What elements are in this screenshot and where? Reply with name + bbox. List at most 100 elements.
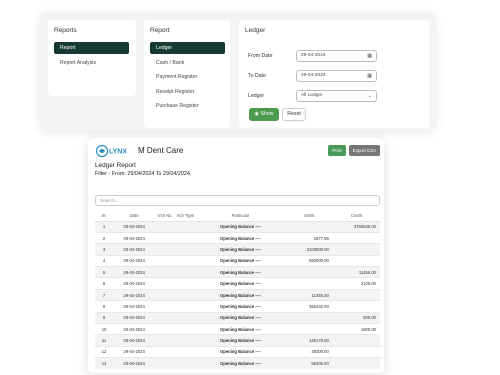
cell-vch-no <box>155 288 176 301</box>
show-button[interactable]: ◉ Show <box>249 108 279 121</box>
nav-item-ledger[interactable]: Ledger <box>150 42 225 54</box>
cell-vch-type <box>175 345 196 358</box>
table-row: 5 29-04-2024 Opening Balance ---- 11456.00 <box>95 266 380 278</box>
cell-sr: 10 <box>95 322 114 335</box>
column-header: Sr. <box>95 211 114 222</box>
nav-item-cash-bank[interactable]: Cash / Bank <box>150 57 225 69</box>
reports-card-title: Reports <box>54 27 77 34</box>
table-row: 4 29-04-2024 Opening Balance ---- 550000.00 <box>95 254 380 267</box>
cell-vch-no <box>155 334 176 347</box>
cell-sr: 13 <box>95 357 114 370</box>
nav-item-payment-register[interactable]: Payment Register <box>150 71 225 83</box>
report-filter-text: Filter - From: 29/04/2024 To 29/04/2024, <box>95 171 192 177</box>
cell-vch-no <box>155 220 176 233</box>
clinic-logo: LYNX <box>96 144 127 158</box>
table-row: 13 29-04-2024 Opening Balance ---- 95305.00 <box>95 357 380 370</box>
table-row: 9 29-04-2024 Opening Balance ---- 500.00 <box>95 311 380 324</box>
from-date-input[interactable]: 29-04-2024 ▦ <box>296 50 377 62</box>
ledger-card-title: Ledger <box>245 27 266 34</box>
cell-sr: 6 <box>95 277 114 290</box>
cell-date: 29-04-2024 <box>113 357 156 370</box>
to-date-input[interactable]: 29-04-2024 ▦ <box>296 70 377 82</box>
cell-particular: Opening Balance ---- <box>195 322 286 335</box>
chevron-down-icon: ⌄ <box>367 93 372 99</box>
cell-vch-type <box>175 254 196 267</box>
cell-vch-no <box>155 254 176 267</box>
cell-credit: 2105.00 <box>332 277 380 290</box>
cell-vch-no <box>155 243 176 256</box>
cell-particular: Opening Balance ---- <box>195 288 286 301</box>
nav-item-receipt-register[interactable]: Receipt Register <box>150 86 225 98</box>
cell-date: 29-04-2024 <box>113 243 156 256</box>
cell-vch-type <box>175 322 196 335</box>
cell-credit: 1600.00 <box>332 322 380 335</box>
cell-debit: 550000.00 <box>285 254 333 267</box>
cell-sr: 2 <box>95 231 114 244</box>
ledger-report-panel: LYNX M Dent Care Print Export CSV Ledger… <box>88 138 384 373</box>
cell-vch-no <box>155 322 176 335</box>
to-date-value: 29-04-2024 <box>301 73 326 78</box>
cell-sr: 4 <box>95 254 114 267</box>
cell-vch-type <box>175 266 196 278</box>
cell-debit <box>285 311 333 324</box>
cell-sr: 11 <box>95 334 114 347</box>
cell-sr: 9 <box>95 311 114 324</box>
cell-credit <box>332 243 380 256</box>
ledger-table: Sr. Date Vch No. Vch Type Particular Deb… <box>95 211 380 370</box>
show-button-label: Show <box>260 111 274 117</box>
table-row: 3 29-04-2024 Opening Balance ---- 3100500.0… <box>95 243 380 256</box>
cell-debit <box>285 220 333 233</box>
nav-item-report-analysis[interactable]: Report Analysis <box>54 57 129 69</box>
cell-debit: 356432.00 <box>285 300 333 313</box>
table-row: 2 29-04-2024 Opening Balance ---- 2877.96 <box>95 231 380 244</box>
table-row: 12 29-04-2024 Opening Balance ---- 49300.00 <box>95 345 380 358</box>
report-type-card: Report Ledger Cash / Bank Payment Regist… <box>144 20 230 128</box>
cell-credit: 11456.00 <box>332 266 380 278</box>
cell-date: 29-04-2024 <box>113 220 156 233</box>
logo-text: LYNX <box>109 149 127 156</box>
cell-debit: 146170.00 <box>285 334 333 347</box>
cell-date: 29-04-2024 <box>113 288 156 301</box>
table-row: 11 29-04-2024 Opening Balance ---- 146170.0… <box>95 334 380 347</box>
cell-vch-no <box>155 231 176 244</box>
cell-particular: Opening Balance ---- <box>195 231 286 244</box>
ledger-select[interactable]: All Ledger ⌄ <box>296 90 377 102</box>
cell-vch-no <box>155 345 176 358</box>
table-row: 8 29-04-2024 Opening Balance ---- 356432.00 <box>95 300 380 313</box>
calendar-icon[interactable]: ▦ <box>367 51 372 61</box>
cell-debit: 95305.00 <box>285 357 333 370</box>
cell-date: 29-04-2024 <box>113 334 156 347</box>
cell-date: 29-04-2024 <box>113 231 156 244</box>
cell-credit <box>332 357 380 370</box>
clinic-name: M Dent Care <box>138 146 184 155</box>
print-button[interactable]: Print <box>328 145 346 156</box>
nav-item-report[interactable]: Report <box>54 42 129 54</box>
cell-vch-type <box>175 334 196 347</box>
cell-vch-no <box>155 311 176 324</box>
cell-debit: 3100500.00 <box>285 243 333 256</box>
cell-vch-type <box>175 300 196 313</box>
search-input[interactable]: Search... <box>95 195 380 206</box>
cell-particular: Opening Balance ---- <box>195 300 286 313</box>
cell-particular: Opening Balance ---- <box>195 243 286 256</box>
nav-item-purchase-register[interactable]: Purchase Register <box>150 100 225 112</box>
calendar-icon[interactable]: ▦ <box>367 71 372 81</box>
cell-credit <box>332 345 380 358</box>
report-selector-panel: Reports Report Report Analysis Report Le… <box>40 12 435 130</box>
column-header: Vch Type <box>175 211 196 222</box>
table-row: 6 29-04-2024 Opening Balance ---- 2105.00 <box>95 277 380 290</box>
cell-date: 29-04-2024 <box>113 277 156 290</box>
cell-sr: 8 <box>95 300 114 313</box>
column-header: Particular <box>195 211 286 222</box>
ledger-filter-card: Ledger From Date 29-04-2024 ▦ To Date 29… <box>239 20 429 128</box>
cell-date: 29-04-2024 <box>113 345 156 358</box>
table-row: 1 29-04-2024 Opening Balance ---- 3766545.0… <box>95 220 380 233</box>
column-header: Credit <box>332 211 380 222</box>
report-type-card-title: Report <box>150 27 170 34</box>
reset-button[interactable]: Reset <box>282 108 306 121</box>
cell-date: 29-04-2024 <box>113 311 156 324</box>
cell-date: 29-04-2024 <box>113 322 156 335</box>
cell-debit <box>285 277 333 290</box>
export-csv-button[interactable]: Export CSV <box>349 145 380 156</box>
cell-date: 29-04-2024 <box>113 254 156 267</box>
